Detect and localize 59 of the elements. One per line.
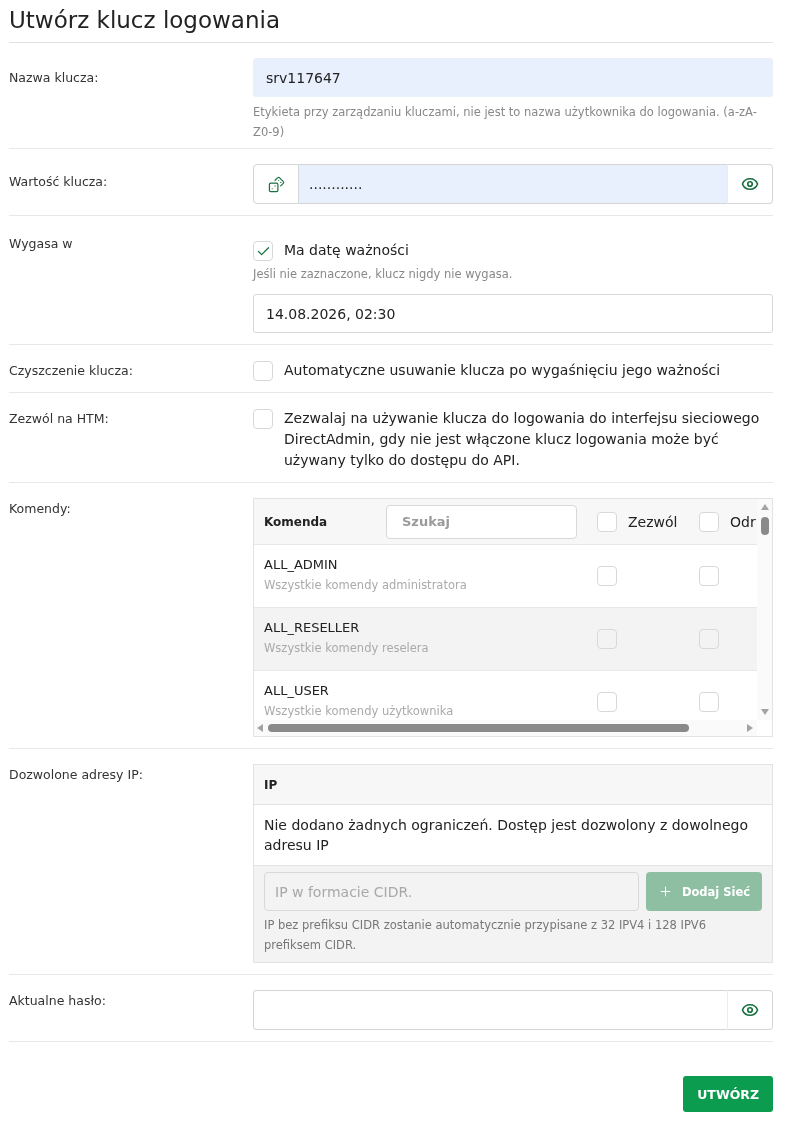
ip-input-field[interactable]: IP w formacie CIDR. — [264, 872, 639, 911]
hint-text: Etykieta przy zarządzaniu kluczami, nie jest to nazwa użytkownika do logowania. (a-zA-Z0-9) — [253, 104, 758, 141]
create-button[interactable]: UTWÓRZ — [683, 1076, 773, 1112]
generate-button[interactable] — [253, 164, 299, 204]
left-arrow-icon[interactable] — [257, 724, 263, 732]
field-label: Aktualne hasło: — [9, 992, 106, 1010]
column-header: Odr — [730, 513, 756, 530]
checkbox[interactable] — [253, 361, 273, 381]
checkbox[interactable] — [597, 692, 617, 712]
field-label: Czyszczenie klucza: — [9, 362, 133, 380]
up-arrow-icon[interactable] — [760, 504, 769, 510]
password-field[interactable] — [253, 990, 727, 1030]
command-name: ALL_RESELLER — [264, 619, 360, 637]
scrollbar-thumb[interactable] — [760, 517, 769, 535]
key-value-field[interactable]: ............ — [299, 164, 727, 204]
checkbox-label[interactable]: Automatyczne usuwanie klucza po wygaśnięciu jego ważności — [284, 360, 721, 381]
field-label: Zezwól na HTM: — [9, 410, 109, 428]
horizontal-scrollbar[interactable] — [254, 720, 757, 736]
checkbox[interactable] — [699, 629, 719, 649]
eye-icon — [741, 1001, 759, 1019]
command-description: Wszystkie komendy użytkownika — [264, 703, 454, 719]
checkbox[interactable] — [597, 511, 617, 532]
command-description: Wszystkie komendy administratora — [264, 577, 467, 593]
checkbox[interactable] — [253, 241, 273, 261]
column-header: Zezwól — [628, 513, 678, 530]
checkbox[interactable] — [699, 511, 719, 532]
column-header: Komenda — [264, 514, 329, 529]
command-name: ALL_USER — [264, 682, 329, 700]
hint-text: Jeśli nie zaznaczone, klucz nigdy nie wygasa. — [253, 266, 513, 283]
dice-icon — [267, 175, 285, 193]
hint-text: IP bez prefiksu CIDR zostanie automatycznie przypisane z 32 IPV4 i 128 IPV6 prefiksem CIDR. — [264, 917, 708, 954]
field-label: Komendy: — [9, 500, 71, 518]
right-arrow-icon[interactable] — [747, 724, 753, 732]
field-label: Nazwa klucza: — [9, 69, 99, 87]
eye-icon — [741, 175, 759, 193]
checkbox[interactable] — [699, 692, 719, 712]
field-label: Wartość klucza: — [9, 173, 108, 191]
page-title: Utwórz klucz logowania — [9, 6, 280, 34]
checkbox[interactable] — [699, 566, 719, 586]
field-label: Wygasa w — [9, 235, 73, 253]
column-header: IP — [264, 777, 278, 792]
show-password-button[interactable] — [727, 990, 773, 1030]
checkbox[interactable] — [253, 409, 273, 429]
date-field[interactable]: 14.08.2026, 02:30 — [253, 294, 773, 333]
scrollbar-thumb[interactable] — [268, 724, 689, 732]
down-arrow-icon[interactable] — [760, 709, 769, 715]
command-description: Wszystkie komendy reselera — [264, 640, 429, 656]
search-field[interactable]: Szukaj — [386, 504, 577, 539]
command-name: ALL_ADMIN — [264, 556, 338, 574]
plus-icon — [657, 884, 673, 899]
checkbox[interactable] — [597, 566, 617, 586]
empty-message: Nie dodano żadnych ograniczeń. Dostęp jest dozwolony z dowolnego adresu IP — [264, 817, 748, 853]
checkbox[interactable] — [597, 629, 617, 649]
checkbox-label[interactable]: Ma datę ważności — [284, 240, 409, 261]
show-password-button[interactable] — [727, 164, 773, 204]
text-field[interactable]: srv117647 — [253, 58, 773, 97]
field-label: Dozwolone adresy IP: — [9, 766, 143, 784]
vertical-scrollbar[interactable] — [757, 499, 772, 720]
checkbox-label[interactable]: Zezwalaj na używanie klucza do logowania do interfejsu sieciowego DirectAdmin, gdy nie jest włączone klucz logowania może być używany tylko do dostępu do API. — [284, 408, 773, 471]
